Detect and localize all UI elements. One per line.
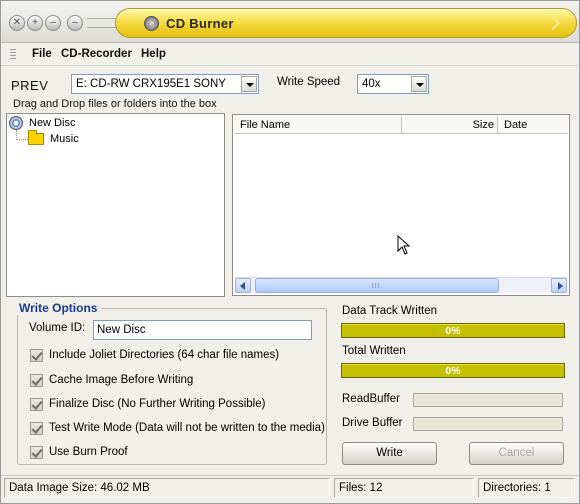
window-controls: ✕ + – – [9,15,83,31]
folder-icon [28,130,44,145]
drive-select[interactable]: E: CD-RW CRX195E1 SONY [71,74,259,94]
finalize-disc-checkbox[interactable] [30,398,43,411]
drive-select-value: E: CD-RW CRX195E1 SONY [76,78,226,90]
maximize-icon[interactable]: + [27,15,43,31]
menu-cd-recorder[interactable]: CD-Recorder [61,48,132,60]
chevron-down-icon[interactable] [411,76,427,92]
total-written-percent: 0% [445,365,461,377]
drive-buffer-meter [413,417,563,431]
data-track-progress: 0% [341,323,565,338]
close-icon[interactable]: ✕ [9,15,25,31]
tree-item-new-disc[interactable]: New Disc [9,115,75,131]
total-written-label: Total Written [342,345,406,357]
data-track-percent: 0% [445,325,461,337]
minimize-icon[interactable]: – [45,15,61,31]
column-file-name[interactable]: File Name [234,116,402,134]
cd-burner-window: ✕ + – – > CD Burner File CD-Recorder Hel… [0,0,580,504]
app-icon: > [144,16,159,31]
menu-bar: File CD-Recorder Help [1,44,579,66]
write-options-title: Write Options [15,301,102,315]
disc-icon [9,116,23,130]
write-button[interactable]: Write [342,442,437,465]
column-size[interactable]: Size [402,116,498,134]
file-list-header: File Name Size Date [234,116,568,134]
write-speed-label: Write Speed [277,76,341,88]
write-speed-value: 40x [362,78,381,90]
menu-grip-icon [10,49,16,61]
file-list[interactable]: File Name Size Date [232,114,570,296]
title-grip-icon [545,15,561,31]
write-speed-select[interactable]: 40x [357,74,429,94]
tree-item-label: Music [50,133,79,145]
volume-id-input[interactable]: New Disc [93,320,312,340]
title-pill: > CD Burner [115,8,577,38]
cache-image-label: Cache Image Before Writing [49,374,194,386]
joliet-checkbox[interactable] [30,349,43,362]
scroll-right-icon[interactable] [551,278,567,293]
total-written-progress: 0% [341,363,565,378]
scroll-left-icon[interactable] [235,278,251,293]
menu-file[interactable]: File [32,48,52,60]
tree-item-music[interactable]: Music [28,130,79,147]
prev-label: PREV [11,78,49,93]
disc-tree[interactable]: New Disc Music [6,113,225,297]
test-write-checkbox[interactable] [30,422,43,435]
status-data-image-size: Data Image Size: 46.02 MB [4,478,330,498]
cancel-button[interactable]: Cancel [469,442,564,465]
data-track-label: Data Track Written [342,305,438,317]
volume-id-label: Volume ID: [29,322,86,334]
cache-image-checkbox[interactable] [30,374,43,387]
chevron-down-icon[interactable] [241,76,257,92]
tree-item-label: New Disc [29,117,76,129]
status-files: Files: 12 [334,478,474,498]
title-bar[interactable]: ✕ + – – > CD Burner [1,1,579,43]
test-write-label: Test Write Mode (Data will not be writte… [49,422,325,434]
scroll-thumb[interactable] [255,278,499,293]
horizontal-scrollbar[interactable] [235,277,567,293]
drive-buffer-label: Drive Buffer [342,417,403,429]
burn-proof-checkbox[interactable] [30,446,43,459]
volume-id-value: New Disc [97,324,146,336]
shade-icon[interactable]: – [67,15,83,31]
menu-help[interactable]: Help [141,48,166,60]
read-buffer-label: ReadBuffer [342,393,400,405]
column-date[interactable]: Date [498,116,570,134]
burn-proof-label: Use Burn Proof [49,446,128,458]
drag-drop-hint: Drag and Drop files or folders into the … [13,98,217,110]
status-directories: Directories: 1 [478,478,575,498]
read-buffer-meter [413,393,563,407]
finalize-disc-label: Finalize Disc (No Further Writing Possib… [49,398,266,410]
joliet-label: Include Joliet Directories (64 char file… [49,349,280,361]
status-bar: Data Image Size: 46.02 MB Files: 12 Dire… [1,475,579,503]
window-title: CD Burner [166,16,234,31]
